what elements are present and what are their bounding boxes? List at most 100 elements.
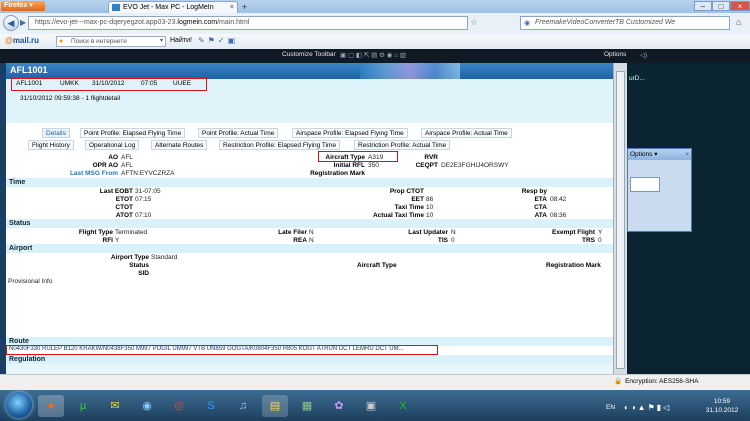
section-time: Time [6,178,613,187]
flight-type-label: Flight Type [78,229,113,236]
prop-ctot-label: Prop CTOT [389,188,424,195]
tab-point-profile-elapsed[interactable]: Point Profile: Elapsed Flying Time [80,128,186,138]
late-filer-label: Late Filer [278,229,307,236]
sid-label: SID [138,270,149,277]
taxi-time-value: 10 [426,204,434,211]
mailru-search-input[interactable]: ● Поиск в интернете ▾ [56,36,166,47]
tab-airspace-profile-elapsed[interactable]: Airspace Profile: Elapsed Flying Time [292,128,408,138]
taskbar-clock[interactable]: 10:59 31.10.2012 [700,397,744,415]
firefox-menu-button[interactable]: Firefox ▾ [1,1,45,11]
tab-airspace-profile-actual[interactable]: Airspace Profile: Actual Time [421,128,512,138]
forward-arrow-icon[interactable]: ▶ [20,18,26,27]
actual-taxi-time-value: 10 [426,212,434,219]
last-eobt-label: Last EOBT [99,188,133,195]
tab-restriction-profile-elapsed[interactable]: Restriction Profile: Elapsed Flying Time [219,140,341,150]
app3-taskbar-icon[interactable]: ▣ [358,395,384,417]
new-tab-button[interactable]: + [242,2,247,12]
flight-timestamp: 31/10/2012 09:59:38 - 1 flightdetail [20,95,121,102]
tis-label: TIS [437,237,448,244]
back-arrow-icon[interactable]: ◀ [3,15,19,31]
tab-flight-history[interactable]: Flight History [28,140,74,150]
start-button[interactable] [6,392,32,418]
tab-restriction-profile-actual[interactable]: Restriction Profile: Actual Time [354,140,451,150]
ata-label: ATA [534,212,547,219]
eta-label: ETA [534,196,547,203]
language-indicator[interactable]: EN [606,404,615,411]
app-taskbar-icon[interactable]: ▦ [294,395,320,417]
search-box[interactable]: ◉ FreemakeVideoConverterTB Customized We [520,16,730,30]
options-popup[interactable]: Options ▾ × [627,148,692,232]
skype-taskbar-icon[interactable]: ◉ [134,395,160,417]
mailru-tool-icons[interactable]: ✎⚑✓▣ [198,36,238,45]
search-placeholder: FreemakeVideoConverterTB Customized We [535,19,676,26]
late-filer-value: N [309,229,314,236]
tis-value: 0 [451,237,455,244]
app2-taskbar-icon[interactable]: ✿ [326,395,352,417]
bookmark-star-icon[interactable]: ☆ [470,17,478,28]
tab-details[interactable]: Details [42,128,70,138]
scrollbar-thumb[interactable] [616,71,625,369]
options-button[interactable]: Options [604,51,626,58]
maximize-button[interactable]: □ [712,1,730,11]
find-button[interactable]: Найти! [170,37,192,44]
tab-operational-log[interactable]: Operational Log [85,140,140,150]
last-msg-from-value: AFTN:EYVCZRZA [121,170,175,177]
section-airport: Airport [6,244,613,253]
provisional-info-label: Provisional Info [8,278,53,285]
search-engine-icon: ◉ [524,20,531,27]
url-bar[interactable]: https://evo-jet---max-pc-dqeryegzot.app0… [28,16,468,30]
header-render-artifact [360,63,460,79]
section-regulation: Regulation [6,355,613,364]
minimize-button[interactable]: – [694,1,712,11]
url-prefix: https:// [35,19,57,26]
firefox-taskbar-icon[interactable]: ● [38,395,64,417]
ctot-label: CTOT [115,204,133,211]
flight-title: AFL1001 [10,65,48,75]
options-input[interactable] [630,177,660,192]
initial-rfl-label: Initial RFL [333,162,365,169]
eta-value: 08:42 [550,196,567,203]
route-value: N0430F330 RULEP B120 KRAKW/N0438F350 M99… [9,346,404,352]
tab-point-profile-actual[interactable]: Point Profile: Actual Time [198,128,279,138]
chevron-down-icon[interactable]: ▾ [160,37,163,46]
opr-ao-label: OPR AO [92,162,118,169]
volume-icon[interactable]: ◁) [640,51,647,59]
logmein-favicon-icon [112,4,120,11]
encryption-status: 🔒 Encryption: AES256-SHA [614,378,699,385]
outlook-taskbar-icon[interactable]: ✉ [102,395,128,417]
itunes-taskbar-icon[interactable]: ♫ [230,395,256,417]
url-domain: logmein.com [177,19,218,26]
aircraft-type-highlight-box [318,151,398,162]
ao-value: AFL [121,154,133,161]
close-icon[interactable]: × [685,149,689,160]
ao-label: AO [108,154,118,161]
chrome-taskbar-icon[interactable]: ◎ [166,395,192,417]
vertical-scrollbar[interactable] [613,63,627,374]
customize-toolbar-button[interactable]: Customize Toolbar [282,51,336,58]
excel-taskbar-icon[interactable]: X [390,395,416,417]
etot-label: ETOT [115,196,133,203]
utorrent-taskbar-icon[interactable]: µ [70,395,96,417]
mailru-logo[interactable]: @mail.ru [5,36,39,45]
home-icon[interactable]: ⌂ [736,17,741,27]
eet-label: EET [411,196,424,203]
ceqpt-label: CEQPT [415,162,438,169]
ata-value: 08:36 [550,212,567,219]
toolbar-icons[interactable]: ▣ ▢ ◧ ⇱ ▤ ⚙ ◉ ⌂ ▥ [340,51,406,59]
cta-label: CTA [534,204,547,211]
actual-taxi-time-label: Actual Taxi Time [372,212,424,219]
skype-alt-taskbar-icon[interactable]: S [198,395,224,417]
opr-ao-value: AFL [121,162,133,169]
close-tab-icon[interactable]: × [230,2,234,13]
clock-date: 31.10.2012 [705,407,739,414]
search-icon: ● [59,38,64,45]
system-tray-icons[interactable]: ◐◑▲⚑▮◁ [624,403,671,412]
close-window-button[interactable]: × [730,1,750,11]
flight-header-bar [6,63,613,79]
trs-label: TRS [582,237,595,244]
browser-tab[interactable]: EVO Jet - Max PC - LogMeIn × [108,1,238,13]
tab-alternate-routes[interactable]: Alternate Routes [151,140,208,150]
airport-type-value: Standard [151,254,178,261]
registration-mark-label: Registration Mark [310,170,365,177]
explorer-taskbar-icon[interactable]: ▤ [262,395,288,417]
